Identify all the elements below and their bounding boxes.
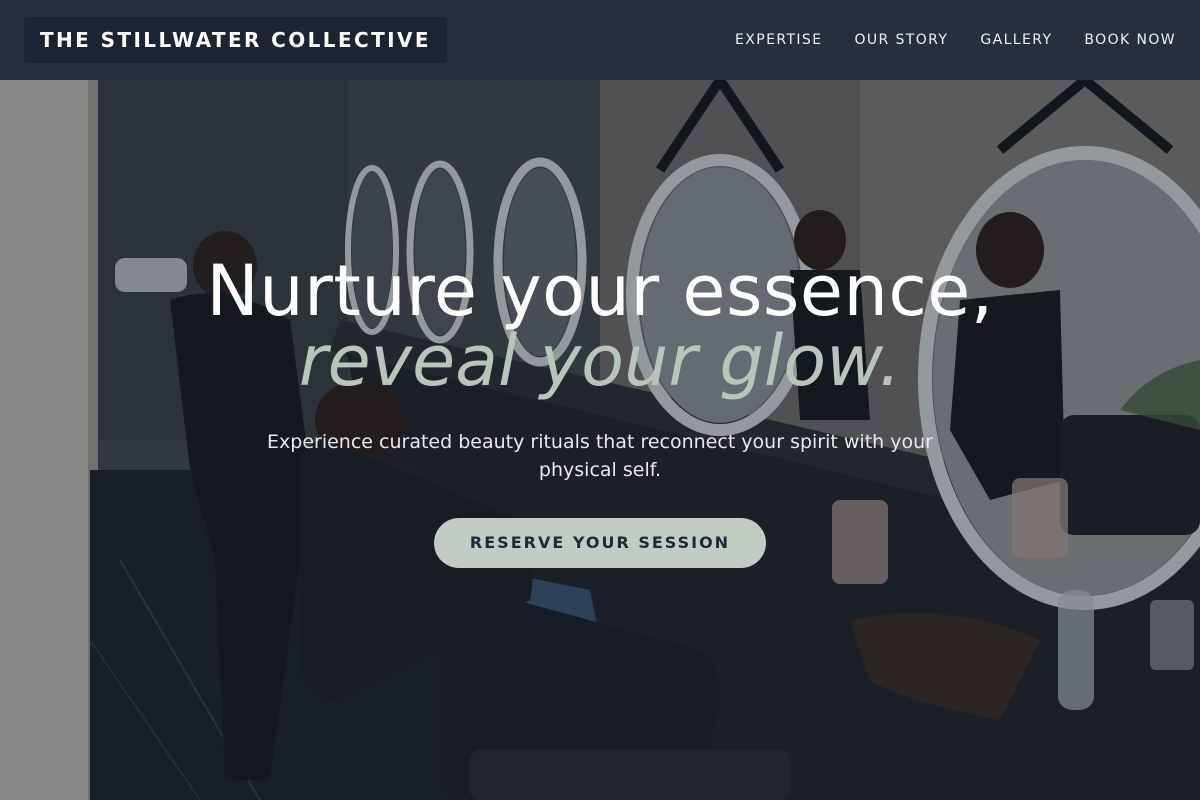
hero-subtext: Experience curated beauty rituals that r… bbox=[267, 431, 933, 481]
site-header: THE STILLWATER COLLECTIVE EXPERTISE OUR … bbox=[0, 0, 1200, 80]
hero-content: Nurture your essence, reveal your glow. … bbox=[0, 252, 1200, 568]
main-navigation: EXPERTISE OUR STORY GALLERY BOOK NOW bbox=[735, 0, 1176, 80]
nav-link-our-story[interactable]: OUR STORY bbox=[854, 32, 948, 48]
brand-logo-link[interactable]: THE STILLWATER COLLECTIVE bbox=[24, 17, 447, 63]
landing-page: THE STILLWATER COLLECTIVE EXPERTISE OUR … bbox=[0, 0, 1200, 800]
hero-headline: Nurture your essence, bbox=[206, 250, 994, 332]
hero-headline-accent: reveal your glow. bbox=[298, 320, 902, 402]
reserve-session-button[interactable]: RESERVE YOUR SESSION bbox=[434, 518, 766, 568]
nav-link-book-now[interactable]: BOOK NOW bbox=[1084, 32, 1176, 48]
nav-link-gallery[interactable]: GALLERY bbox=[980, 32, 1052, 48]
nav-link-expertise[interactable]: EXPERTISE bbox=[735, 32, 822, 48]
